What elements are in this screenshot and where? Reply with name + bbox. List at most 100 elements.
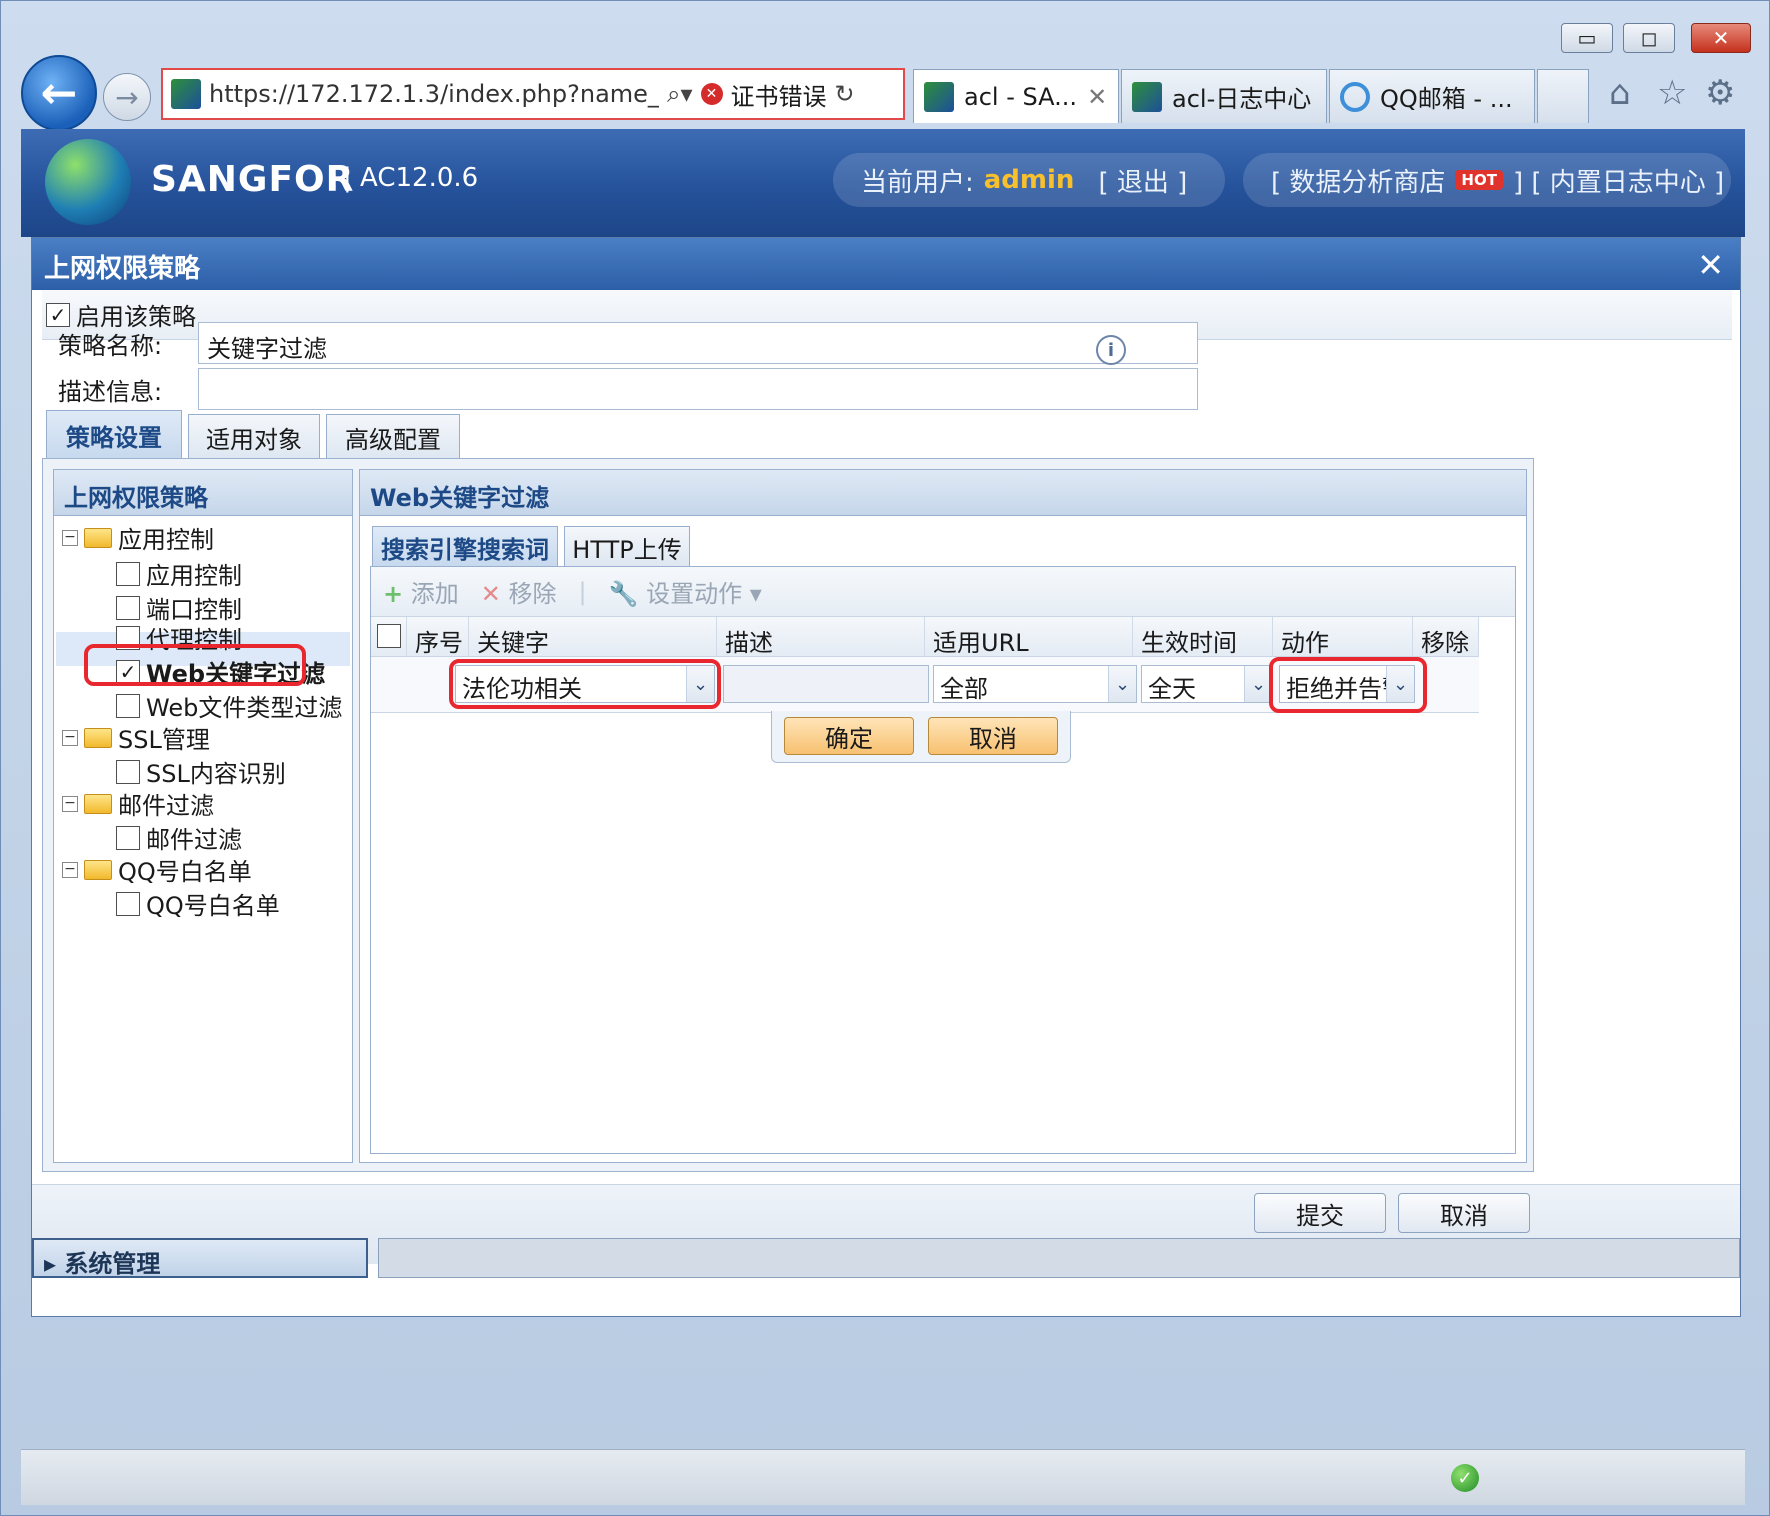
settings-gear-icon[interactable]: ⚙: [1705, 73, 1735, 113]
refresh-icon[interactable]: ↻: [835, 80, 855, 108]
cancel-edit-button[interactable]: 取消: [928, 717, 1058, 755]
policy-dialog: 上网权限策略 ✕ ✓ 启用该策略 策略名称: 关键字过滤 i 描述信息: 策略设…: [31, 237, 1741, 1317]
close-window-button[interactable]: ✕: [1691, 23, 1751, 53]
column-action[interactable]: 动作: [1273, 617, 1413, 657]
log-center-link[interactable]: ] [ 内置日志中心 ]: [1513, 162, 1724, 199]
column-keyword[interactable]: 关键字: [469, 617, 717, 657]
chevron-down-icon[interactable]: ⌄: [1108, 666, 1136, 702]
subtab-label: HTTP上传: [572, 536, 682, 564]
tree-item-app-control[interactable]: 应用控制: [116, 556, 242, 591]
subtab-search-keywords[interactable]: 搜索引擎搜索词: [372, 526, 558, 568]
tree-item-checkbox[interactable]: [116, 825, 140, 850]
tree-item-ssl-content[interactable]: SSL内容识别: [116, 754, 286, 789]
tab-label: acl-日志中心: [1172, 85, 1312, 113]
data-shop-link[interactable]: [ 数据分析商店: [1271, 162, 1445, 199]
tree-folder-qq-whitelist[interactable]: − QQ号白名单: [62, 852, 252, 887]
confirm-button[interactable]: 确定: [784, 717, 914, 755]
collapse-icon[interactable]: −: [62, 729, 78, 746]
cert-error-icon: ✕: [700, 83, 723, 105]
remove-label: 移除: [508, 580, 557, 608]
maximize-button[interactable]: ◻: [1623, 23, 1675, 53]
info-icon[interactable]: i: [1096, 335, 1126, 365]
search-icon[interactable]: ⌕▾: [667, 80, 693, 108]
close-tab-icon[interactable]: ✕: [1087, 83, 1107, 111]
column-url[interactable]: 适用URL: [925, 617, 1133, 657]
address-bar[interactable]: https://172.172.1.3/index.php?name_j ⌕▾ …: [161, 68, 905, 120]
chevron-down-icon[interactable]: ⌄: [1244, 666, 1272, 702]
tree-item-mail-filter[interactable]: 邮件过滤: [116, 820, 242, 855]
tree-folder-ssl[interactable]: − SSL管理: [62, 720, 210, 755]
browser-tab-acl[interactable]: acl - SA... ✕: [913, 69, 1119, 123]
tree-node-label: 应用控制: [146, 562, 242, 590]
tree-folder-app-control[interactable]: − 应用控制: [62, 520, 214, 555]
highlight-box-keyword: [449, 659, 721, 709]
tree-item-qq-whitelist[interactable]: QQ号白名单: [116, 886, 280, 921]
enable-policy-checkbox[interactable]: ✓: [46, 302, 70, 327]
system-bar-area: [378, 1238, 1740, 1278]
tree-item-checkbox[interactable]: [116, 595, 140, 620]
logout-link[interactable]: [ 退出 ]: [1098, 162, 1187, 199]
tree-node-label: 邮件过滤: [118, 792, 214, 820]
column-remove[interactable]: 移除: [1413, 617, 1479, 657]
submit-button[interactable]: 提交: [1254, 1193, 1386, 1233]
collapse-icon[interactable]: −: [62, 529, 78, 546]
tree-node-label: SSL管理: [118, 726, 210, 754]
subtab-http-upload[interactable]: HTTP上传: [564, 526, 690, 568]
cancel-button[interactable]: 取消: [1398, 1193, 1530, 1233]
tab-label: QQ邮箱 - ...: [1380, 85, 1513, 113]
tab-applicable-objects[interactable]: 适用对象: [188, 414, 320, 460]
new-tab-button[interactable]: [1537, 69, 1589, 123]
tree-item-checkbox[interactable]: [116, 759, 140, 784]
description-input[interactable]: [198, 368, 1198, 410]
browser-tab-log[interactable]: acl-日志中心: [1121, 69, 1327, 123]
keyword-grid: + 添加 ✕ 移除 | 🔧 设置动作 ▾ 序号 关键字 描述 适用URL 生效时…: [370, 566, 1516, 1154]
back-button[interactable]: ←: [21, 55, 97, 131]
policy-name-value: 关键字过滤: [207, 335, 327, 363]
column-description[interactable]: 描述: [717, 617, 925, 657]
subtab-label: 搜索引擎搜索词: [381, 536, 549, 564]
favorites-star-icon[interactable]: ☆: [1657, 73, 1687, 113]
tab-advanced-config[interactable]: 高级配置: [326, 414, 460, 460]
time-select[interactable]: 全天 ⌄: [1141, 665, 1273, 703]
tree-item-checkbox[interactable]: [116, 891, 140, 916]
tree-folder-mail-filter[interactable]: − 邮件过滤: [62, 786, 214, 821]
collapse-icon[interactable]: −: [62, 795, 78, 812]
user-pill: 当前用户: admin [ 退出 ]: [833, 153, 1225, 207]
forward-button[interactable]: →: [103, 73, 151, 121]
brand-name: SANGFOR: [151, 159, 355, 200]
policy-tree-panel: 上网权限策略 − 应用控制 应用控制 端口控制 代理控制 ✓ Web关键字过滤 …: [53, 469, 353, 1163]
home-icon[interactable]: ⌂: [1609, 73, 1631, 113]
select-all-header: [371, 617, 407, 657]
tree-node-label: 邮件过滤: [146, 826, 242, 854]
tree-item-web-file-type-filter[interactable]: Web文件类型过滤: [116, 688, 342, 723]
policy-settings-content: 上网权限策略 − 应用控制 应用控制 端口控制 代理控制 ✓ Web关键字过滤 …: [42, 458, 1534, 1172]
select-all-checkbox[interactable]: [377, 624, 401, 648]
wrench-icon: 🔧: [608, 580, 639, 608]
policy-name-label: 策略名称:: [58, 332, 163, 360]
folder-icon: [84, 727, 112, 748]
folder-icon: [84, 793, 112, 814]
browser-tab-qqmail[interactable]: QQ邮箱 - ...: [1329, 69, 1535, 123]
policy-name-input[interactable]: 关键字过滤: [198, 322, 1198, 364]
dialog-close-icon[interactable]: ✕: [1697, 246, 1724, 284]
tree-item-checkbox[interactable]: [116, 561, 140, 586]
set-action-button[interactable]: 🔧 设置动作 ▾: [609, 574, 762, 609]
folder-icon: [84, 527, 112, 548]
collapse-icon[interactable]: −: [62, 861, 78, 878]
tree-item-checkbox[interactable]: [116, 693, 140, 718]
minimize-button[interactable]: ▭: [1561, 23, 1613, 53]
cert-error-label[interactable]: 证书错误: [731, 77, 827, 112]
web-keyword-filter-panel: Web关键字过滤 搜索引擎搜索词 HTTP上传 + 添加 ✕ 移除 | 🔧 设置…: [359, 469, 1527, 1163]
remove-button[interactable]: ✕ 移除: [481, 574, 557, 609]
tab-label: acl - SA...: [964, 82, 1078, 111]
add-button[interactable]: + 添加: [383, 574, 459, 609]
tree-node-label: QQ号白名单: [146, 892, 280, 920]
remove-icon: ✕: [480, 580, 501, 608]
description-cell-input[interactable]: [723, 665, 929, 703]
url-value: 全部: [940, 675, 988, 703]
column-time[interactable]: 生效时间: [1133, 617, 1273, 657]
tab-policy-settings[interactable]: 策略设置: [46, 410, 182, 460]
url-select[interactable]: 全部 ⌄: [933, 665, 1137, 703]
system-management-bar[interactable]: ▸ 系统管理: [32, 1238, 368, 1278]
column-index[interactable]: 序号: [407, 617, 469, 657]
